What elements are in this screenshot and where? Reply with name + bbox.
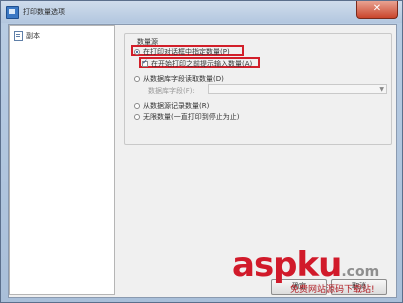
radio-record-count[interactable] — [134, 103, 140, 109]
title-bar[interactable]: 打印数量选项 ✕ — [1, 1, 402, 23]
db-field-label: 数据库字段(F): — [148, 87, 195, 95]
radio-unlimited[interactable] — [134, 114, 140, 120]
option-record-count[interactable]: 从数据源记录数量(R) — [134, 101, 209, 111]
window-title: 打印数量选项 — [23, 8, 65, 16]
tree-item-copies[interactable]: 副本 — [14, 31, 40, 41]
option-record-count-label: 从数据源记录数量(R) — [143, 102, 210, 110]
option-unlimited-label: 无限数量(一直打印到停止为止) — [143, 113, 240, 121]
category-tree: 副本 — [9, 25, 115, 295]
watermark-subtitle: 免费网站源码下载站! — [290, 285, 375, 295]
option-db-field[interactable]: 从数据库字段读取数量(D) — [134, 74, 224, 84]
checkbox-prompt-quantity[interactable] — [142, 58, 148, 67]
option-prompt-quantity-label: 在开始打印之前提示输入数量(A) — [151, 60, 253, 68]
tree-item-label: 副本 — [26, 32, 40, 40]
option-dialog-quantity[interactable]: 在打印对话框中指定数量(P) — [134, 47, 230, 57]
option-db-field-label: 从数据库字段读取数量(D) — [143, 75, 224, 83]
radio-dialog-quantity[interactable] — [134, 49, 140, 55]
option-dialog-quantity-label: 在打印对话框中指定数量(P) — [143, 48, 230, 56]
watermark-logo: aspku.com 免费网站源码下载站! — [232, 248, 400, 298]
radio-db-field[interactable] — [134, 76, 140, 82]
app-icon — [6, 6, 19, 19]
option-unlimited[interactable]: 无限数量(一直打印到停止为止) — [134, 112, 239, 122]
document-icon — [14, 31, 23, 41]
quantity-source-group: 数量源 在打印对话框中指定数量(P) 在开始打印之前提示输入数量(A) 从数据库… — [124, 33, 392, 145]
close-button[interactable]: ✕ — [356, 1, 398, 19]
option-prompt-quantity[interactable]: 在开始打印之前提示输入数量(A) — [142, 58, 253, 69]
db-field-select[interactable]: ▼ — [208, 84, 387, 94]
chevron-down-icon: ▼ — [379, 86, 384, 93]
